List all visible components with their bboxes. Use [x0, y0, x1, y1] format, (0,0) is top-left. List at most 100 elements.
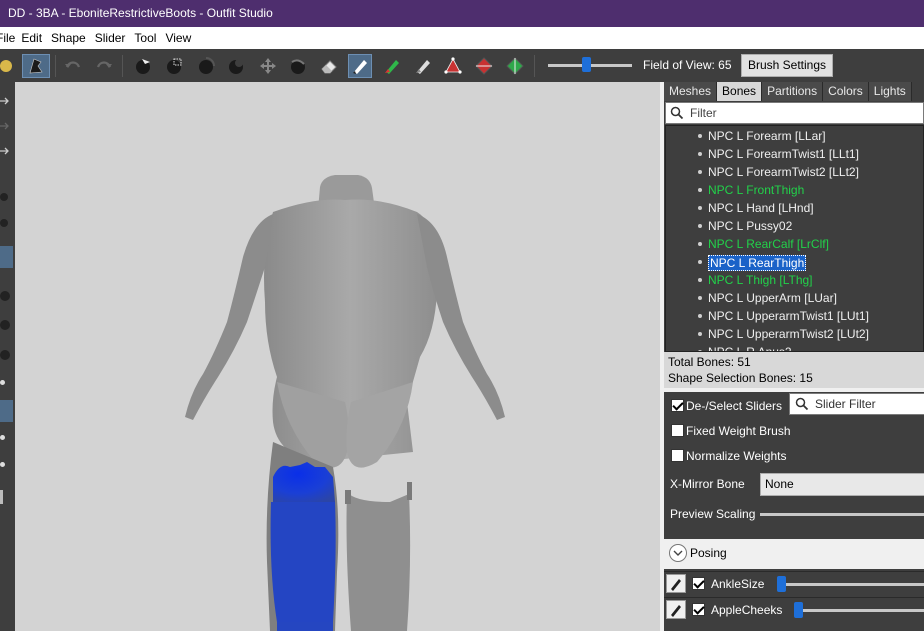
edit-slider-button[interactable]	[666, 600, 686, 619]
menu-tool[interactable]: Tool	[134, 31, 165, 45]
bullet-icon	[698, 170, 702, 174]
menu-edit[interactable]: Edit	[21, 31, 51, 45]
slider-thumb[interactable]	[777, 576, 786, 592]
vertex-edit-icon[interactable]	[441, 54, 465, 78]
light-dot-icon[interactable]	[0, 435, 5, 440]
deflate-brush-icon[interactable]	[224, 54, 248, 78]
view-dot-icon[interactable]	[0, 219, 8, 227]
xmirror-bone-select[interactable]: None	[760, 473, 924, 496]
arrow-right-icon[interactable]	[0, 142, 12, 160]
transform-tool-icon[interactable]	[22, 54, 50, 78]
toolbar-separator	[122, 55, 123, 77]
tab-colors[interactable]: Colors	[823, 82, 869, 101]
posing-label: Posing	[690, 546, 727, 560]
list-item[interactable]: NPC L Hand [LHnd]	[666, 199, 923, 217]
mask-brush-icon[interactable]	[162, 54, 186, 78]
sphere-icon[interactable]	[0, 320, 10, 330]
slider-track[interactable]	[794, 609, 924, 612]
menu-view[interactable]: View	[165, 31, 200, 45]
menu-slider[interactable]: Slider	[95, 31, 135, 45]
bullet-icon	[698, 224, 702, 228]
sphere-icon[interactable]	[0, 291, 10, 301]
3d-viewport[interactable]	[15, 82, 660, 631]
move-brush-icon[interactable]	[256, 54, 280, 78]
bullet-icon	[698, 242, 702, 246]
redo-icon[interactable]	[92, 54, 116, 78]
total-bones-text: Total Bones: 51	[668, 355, 751, 369]
undo-icon[interactable]	[61, 54, 85, 78]
normalize-weights-label: Normalize Weights	[686, 449, 787, 463]
bullet-icon	[698, 296, 702, 300]
slider-name: AppleCheeks	[711, 603, 783, 617]
slider-checkbox[interactable]	[692, 577, 705, 590]
fov-label: Field of View: 65	[643, 58, 732, 72]
tab-lights[interactable]: Lights	[868, 82, 912, 101]
slider-track[interactable]	[778, 583, 924, 586]
collapse-vertex-icon[interactable]	[472, 54, 496, 78]
panel-tabs: Meshes Bones Partitions Colors Lights	[664, 82, 924, 101]
left-tool-strip	[0, 82, 15, 631]
toolbar-separator	[55, 55, 56, 77]
slider-filter-input[interactable]: Slider Filter	[789, 393, 924, 415]
smooth-brush-icon[interactable]	[286, 54, 310, 78]
active-view-icon[interactable]	[0, 246, 13, 268]
preview-scaling-label: Preview Scaling	[670, 507, 756, 521]
bone-stats: Total Bones: 51 Shape Selection Bones: 1…	[664, 352, 924, 388]
color-brush-icon[interactable]	[380, 54, 404, 78]
expand-icon[interactable]	[669, 544, 687, 562]
edit-slider-button[interactable]	[666, 574, 686, 593]
brush-settings-button[interactable]: Brush Settings	[741, 54, 833, 77]
tab-partitions[interactable]: Partitions	[762, 82, 824, 101]
preview-scaling-slider[interactable]	[760, 513, 924, 516]
posing-section[interactable]: Posing	[664, 539, 924, 569]
xmirror-bone-label: X-Mirror Bone	[670, 477, 745, 491]
inflate-brush-icon[interactable]	[194, 54, 218, 78]
slider-checkbox[interactable]	[692, 603, 705, 616]
bullet-icon	[698, 134, 702, 138]
light-dot-icon[interactable]	[0, 462, 5, 467]
bone-filter-input[interactable]: Filter	[665, 102, 924, 124]
bullet-icon	[698, 188, 702, 192]
normalize-weights-checkbox[interactable]	[671, 449, 684, 462]
list-item[interactable]: NPC L UpperarmTwist1 [LUt1]	[666, 307, 923, 325]
bone-list[interactable]: NPC L Forearm [LLar] NPC L ForearmTwist1…	[665, 125, 924, 352]
fixed-weight-brush-checkbox[interactable]	[671, 424, 684, 437]
list-item[interactable]: NPC L RearCalf [LrClf]	[666, 235, 923, 253]
cube-icon[interactable]	[0, 400, 13, 422]
slider-thumb[interactable]	[794, 602, 803, 618]
eraser-icon[interactable]	[317, 54, 341, 78]
tab-bones[interactable]: Bones	[717, 82, 763, 101]
view-dot-icon[interactable]	[0, 193, 8, 201]
list-item[interactable]: NPC L ForearmTwist1 [LLt1]	[666, 145, 923, 163]
menu-shape[interactable]: Shape	[51, 31, 95, 45]
select-arrow-icon[interactable]	[131, 54, 155, 78]
toolbar-separator	[534, 55, 535, 77]
list-item[interactable]: NPC L UpperarmTwist2 [LUt2]	[666, 325, 923, 343]
tab-meshes[interactable]: Meshes	[664, 82, 718, 101]
select-tool-icon[interactable]	[0, 54, 18, 78]
arrow-right-icon[interactable]	[0, 92, 12, 110]
handle-icon[interactable]	[0, 490, 3, 504]
deselect-sliders-checkbox[interactable]	[671, 399, 684, 412]
list-item[interactable]: NPC L Thigh [LThg]	[666, 271, 923, 289]
slider-row-applecheeks: AppleCheeks	[664, 597, 924, 621]
list-item-selected[interactable]: NPC L RearThigh	[666, 253, 923, 271]
alpha-brush-icon[interactable]	[411, 54, 435, 78]
arrow-right-disabled-icon[interactable]	[0, 117, 12, 135]
menu-bar: File Edit Shape Slider Tool View	[0, 27, 924, 49]
list-item[interactable]: NPC L UpperArm [LUar]	[666, 289, 923, 307]
bullet-icon	[698, 260, 702, 264]
list-item[interactable]: NPC L Forearm [LLar]	[666, 127, 923, 145]
window-title: DD - 3BA - EboniteRestrictiveBoots - Out…	[0, 0, 924, 27]
list-item[interactable]: NPC L R Anus2	[666, 343, 923, 351]
list-item[interactable]: NPC L Pussy02	[666, 217, 923, 235]
weight-brush-icon[interactable]	[348, 54, 372, 78]
list-item[interactable]: NPC L FrontThigh	[666, 181, 923, 199]
search-icon	[795, 397, 809, 411]
fov-slider-thumb[interactable]	[582, 57, 591, 72]
flip-edge-icon[interactable]	[503, 54, 527, 78]
sphere-icon[interactable]	[0, 350, 10, 360]
list-item[interactable]: NPC L ForearmTwist2 [LLt2]	[666, 163, 923, 181]
light-dot-icon[interactable]	[0, 380, 5, 385]
bullet-icon	[698, 332, 702, 336]
